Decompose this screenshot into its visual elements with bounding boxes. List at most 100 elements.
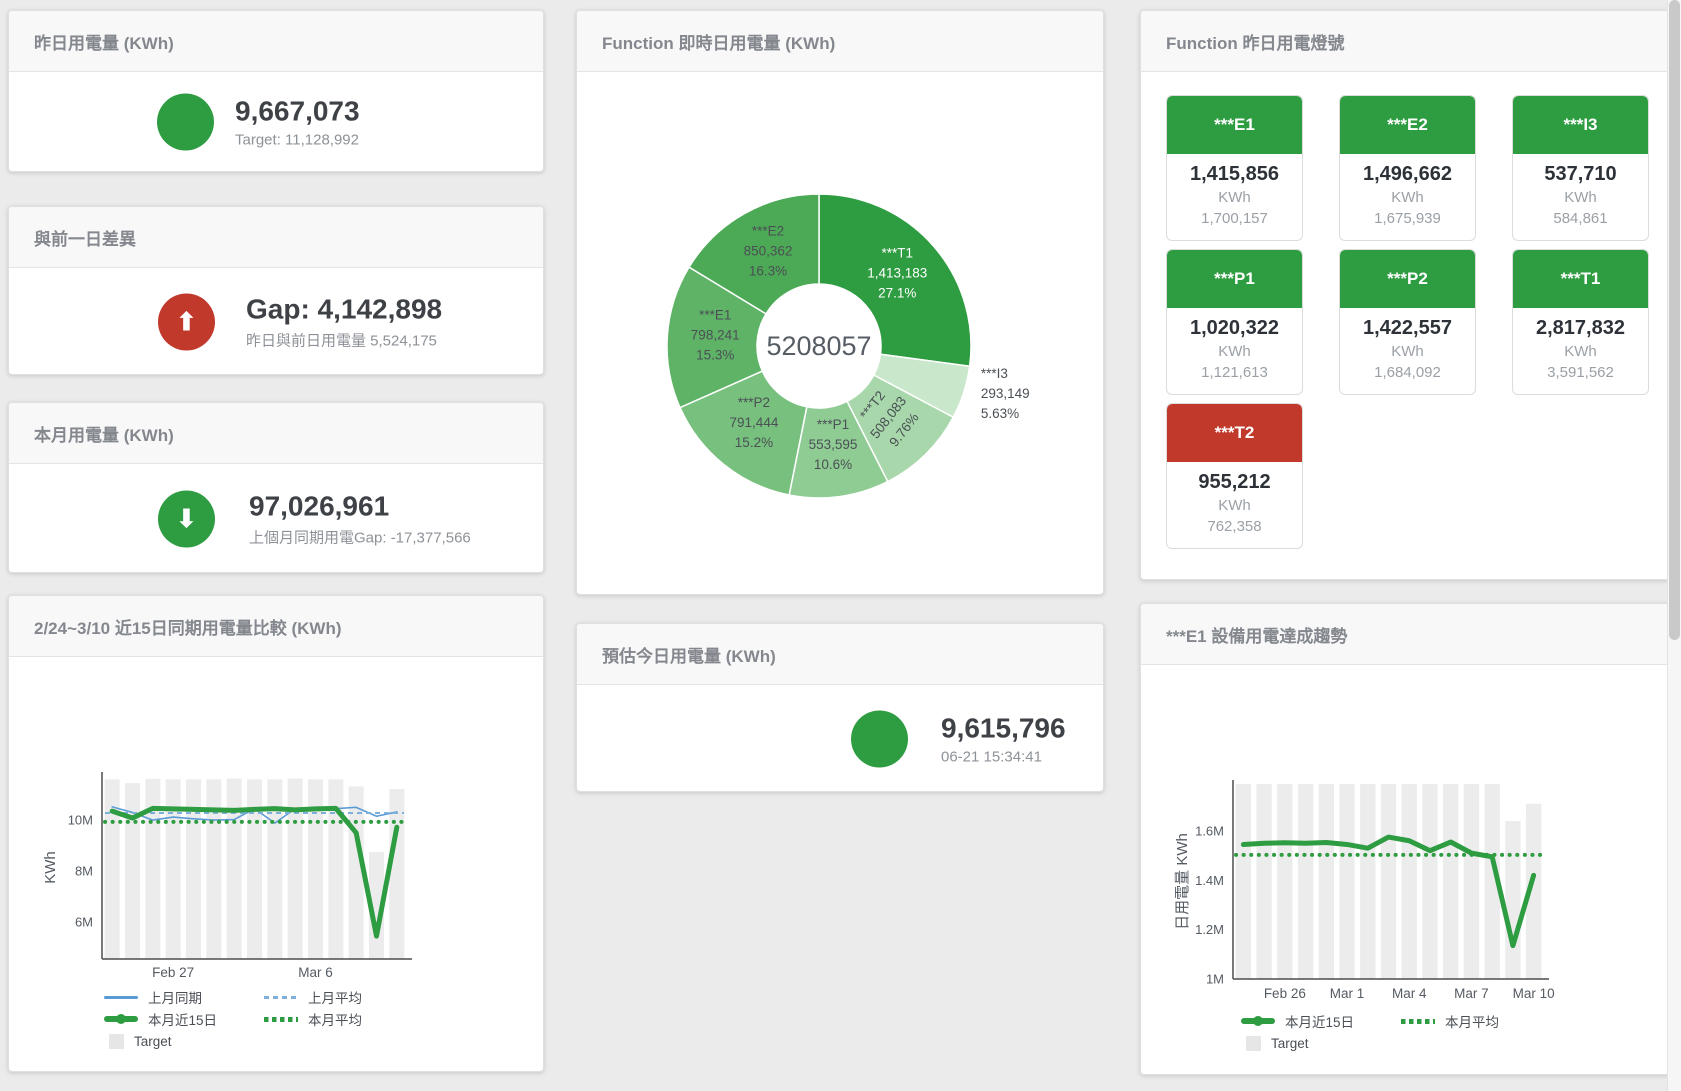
legend-label: 上月同期 xyxy=(148,987,202,1007)
svg-text:KWh: KWh xyxy=(42,851,59,884)
light-tile-target: 762,358 xyxy=(1167,516,1302,537)
legend-swatch-thick xyxy=(104,1016,138,1022)
light-tile-value: 537,710 xyxy=(1513,162,1648,187)
card-header: Function 即時日用電量 (KWh) xyxy=(577,11,1103,72)
legend-swatch-line xyxy=(104,996,138,999)
legend-label: 本月近15日 xyxy=(148,1009,217,1029)
svg-text:Feb 26: Feb 26 xyxy=(1264,986,1306,1001)
light-tile-target: 1,684,092 xyxy=(1340,362,1475,383)
card-today-estimate: 預估今日用電量 (KWh) 9,615,796 06-21 15:34:41 xyxy=(576,623,1104,792)
card-yesterday-usage: 昨日用電量 (KWh) 9,667,073 Target: 11,128,992 xyxy=(8,10,544,172)
card-title: Function 昨日用電燈號 xyxy=(1166,29,1344,54)
light-tile-unit: KWh xyxy=(1513,341,1648,362)
light-tile-header: ***I3 xyxy=(1513,96,1648,154)
light-tile-target: 1,700,157 xyxy=(1167,208,1302,229)
legend-item[interactable]: Target xyxy=(1241,1032,1401,1054)
light-tile: ***E1 1,415,856 KWh 1,700,157 xyxy=(1166,95,1303,241)
light-tile-unit: KWh xyxy=(1167,495,1302,516)
kpi-body: 9,615,796 06-21 15:34:41 xyxy=(577,685,1103,792)
svg-text:Mar 1: Mar 1 xyxy=(1330,986,1365,1001)
kpi-value: 97,026,961 xyxy=(249,490,471,522)
light-tile-target: 3,591,562 xyxy=(1513,362,1648,383)
scrollbar-thumb[interactable] xyxy=(1669,0,1680,640)
trend-chart-legend: 本月近15日 本月平均 Target xyxy=(1241,1010,1581,1054)
card-realtime-donut: Function 即時日用電量 (KWh) ***T11,413,18327.1… xyxy=(576,10,1104,595)
circle-icon xyxy=(157,94,214,151)
card-header: 昨日用電量 (KWh) xyxy=(9,11,543,72)
vertical-scrollbar[interactable] xyxy=(1667,0,1681,1091)
legend-swatch-dash xyxy=(264,996,298,999)
card-title: Function 即時日用電量 (KWh) xyxy=(602,29,835,54)
svg-text:1.2M: 1.2M xyxy=(1195,922,1224,937)
light-tile-header: ***E2 xyxy=(1340,96,1475,154)
svg-text:6M: 6M xyxy=(75,915,93,930)
card-header: ***E1 設備用電達成趨勢 xyxy=(1141,604,1669,665)
card-yesterday-lights: Function 昨日用電燈號 ***E1 1,415,856 KWh 1,70… xyxy=(1140,10,1670,580)
light-tile: ***T1 2,817,832 KWh 3,591,562 xyxy=(1512,249,1649,395)
legend-item[interactable]: 本月平均 xyxy=(1401,1010,1561,1032)
compare-line-chart: 6M8M10MFeb 27Mar 6KWh xyxy=(9,657,543,983)
kpi-text-block: 9,667,073 Target: 11,128,992 xyxy=(235,96,360,149)
light-tile-header: ***T1 xyxy=(1513,250,1648,308)
light-tile-value: 1,496,662 xyxy=(1340,162,1475,187)
light-tile-header: ***E1 xyxy=(1167,96,1302,154)
kpi-body: ⬆ Gap: 4,142,898 昨日與前日用電量 5,524,175 xyxy=(9,268,543,375)
kpi-text-block: 9,615,796 06-21 15:34:41 xyxy=(941,712,1066,765)
svg-text:Mar 7: Mar 7 xyxy=(1454,986,1489,1001)
light-tile-body: 955,212 KWh 762,358 xyxy=(1167,462,1302,537)
light-tile-value: 1,415,856 xyxy=(1167,162,1302,187)
legend-label: 上月平均 xyxy=(308,987,362,1007)
light-tile-body: 1,020,322 KWh 1,121,613 xyxy=(1167,308,1302,383)
card-title: 昨日用電量 (KWh) xyxy=(34,29,174,54)
light-tile-target: 1,675,939 xyxy=(1340,208,1475,229)
arrow-up-icon: ⬆ xyxy=(158,293,215,350)
legend-label: Target xyxy=(134,1034,172,1049)
light-tile-unit: KWh xyxy=(1340,187,1475,208)
card-header: 與前一日差異 xyxy=(9,207,543,268)
light-tile-unit: KWh xyxy=(1513,187,1648,208)
legend-swatch-dots xyxy=(264,1017,298,1022)
kpi-value: 9,667,073 xyxy=(235,96,360,128)
card-day-gap: 與前一日差異 ⬆ Gap: 4,142,898 昨日與前日用電量 5,524,1… xyxy=(8,206,544,375)
legend-label: 本月平均 xyxy=(308,1009,362,1029)
legend-swatch-box xyxy=(1246,1036,1261,1051)
card-title: 2/24~3/10 近15日同期用電量比較 (KWh) xyxy=(34,614,342,639)
legend-item[interactable]: 上月平均 xyxy=(264,986,424,1008)
light-tile-header: ***P1 xyxy=(1167,250,1302,308)
legend-item[interactable]: 本月近15日 xyxy=(104,1008,264,1030)
light-tile: ***T2 955,212 KWh 762,358 xyxy=(1166,403,1303,549)
legend-label: 本月近15日 xyxy=(1285,1011,1354,1031)
light-tile-body: 1,415,856 KWh 1,700,157 xyxy=(1167,154,1302,229)
light-tile-body: 2,817,832 KWh 3,591,562 xyxy=(1513,308,1648,383)
light-tile: ***I3 537,710 KWh 584,861 xyxy=(1512,95,1649,241)
kpi-subtext: 昨日與前日用電量 5,524,175 xyxy=(246,329,442,350)
card-title: 本月用電量 (KWh) xyxy=(34,421,174,446)
svg-text:日用電量 KWh: 日用電量 KWh xyxy=(1174,833,1191,930)
svg-text:Feb 27: Feb 27 xyxy=(152,965,194,980)
legend-item[interactable]: 本月近15日 xyxy=(1241,1010,1401,1032)
legend-label: Target xyxy=(1271,1036,1309,1051)
light-tile-value: 1,422,557 xyxy=(1340,316,1475,341)
svg-text:1M: 1M xyxy=(1206,972,1224,987)
light-tile-unit: KWh xyxy=(1340,341,1475,362)
svg-text:5208057: 5208057 xyxy=(766,331,871,361)
kpi-value: Gap: 4,142,898 xyxy=(246,293,442,325)
legend-item[interactable]: 上月同期 xyxy=(104,986,264,1008)
arrow-down-icon: ⬇ xyxy=(158,490,215,547)
card-e1-trend-chart: ***E1 設備用電達成趨勢 1M1.2M1.4M1.6MFeb 26Mar 1… xyxy=(1140,603,1670,1075)
legend-item[interactable]: Target xyxy=(104,1030,264,1052)
light-tile: ***P2 1,422,557 KWh 1,684,092 xyxy=(1339,249,1476,395)
light-tiles-grid: ***E1 1,415,856 KWh 1,700,157 ***E2 1,49… xyxy=(1166,95,1649,549)
compare-chart-legend: 上月同期 上月平均本月近15日 本月平均 Target xyxy=(104,986,444,1052)
realtime-donut-chart: ***T11,413,18327.1%***I3293,1495.63%***T… xyxy=(577,71,1103,593)
light-tile-body: 1,422,557 KWh 1,684,092 xyxy=(1340,308,1475,383)
kpi-text-block: Gap: 4,142,898 昨日與前日用電量 5,524,175 xyxy=(246,293,442,350)
svg-text:8M: 8M xyxy=(75,864,93,879)
svg-text:1.6M: 1.6M xyxy=(1195,823,1224,838)
light-tile-unit: KWh xyxy=(1167,341,1302,362)
card-header: Function 昨日用電燈號 xyxy=(1141,11,1669,72)
legend-item[interactable]: 本月平均 xyxy=(264,1008,424,1030)
light-tile-body: 1,496,662 KWh 1,675,939 xyxy=(1340,154,1475,229)
svg-text:Mar 4: Mar 4 xyxy=(1392,986,1427,1001)
legend-swatch-box xyxy=(109,1034,124,1049)
